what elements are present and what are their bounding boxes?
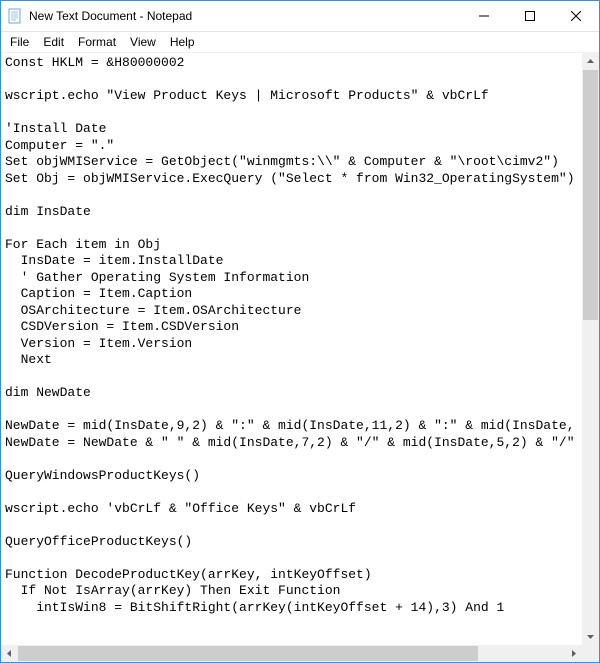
vertical-scroll-track[interactable] bbox=[582, 70, 599, 628]
scroll-right-arrow-icon[interactable] bbox=[565, 645, 582, 662]
close-button[interactable] bbox=[553, 1, 599, 31]
horizontal-scroll-thumb[interactable] bbox=[18, 646, 478, 661]
scroll-up-arrow-icon[interactable] bbox=[582, 53, 599, 70]
menu-edit[interactable]: Edit bbox=[36, 33, 71, 51]
minimize-button[interactable] bbox=[461, 1, 507, 31]
vertical-scroll-thumb[interactable] bbox=[583, 70, 598, 320]
menubar: File Edit Format View Help bbox=[1, 32, 599, 53]
editor-area: Const HKLM = &H80000002 wscript.echo "Vi… bbox=[1, 53, 599, 662]
scroll-down-arrow-icon[interactable] bbox=[582, 628, 599, 645]
text-editor[interactable]: Const HKLM = &H80000002 wscript.echo "Vi… bbox=[1, 53, 582, 645]
maximize-button[interactable] bbox=[507, 1, 553, 31]
notepad-icon bbox=[7, 8, 23, 24]
vertical-scrollbar[interactable] bbox=[582, 53, 599, 645]
titlebar: New Text Document - Notepad bbox=[1, 1, 599, 32]
scrollbar-corner bbox=[582, 645, 599, 662]
horizontal-scroll-track[interactable] bbox=[18, 645, 565, 662]
scroll-left-arrow-icon[interactable] bbox=[1, 645, 18, 662]
menu-help[interactable]: Help bbox=[163, 33, 202, 51]
horizontal-scrollbar[interactable] bbox=[1, 645, 582, 662]
menu-view[interactable]: View bbox=[123, 33, 163, 51]
menu-format[interactable]: Format bbox=[71, 33, 123, 51]
window-title: New Text Document - Notepad bbox=[29, 9, 192, 23]
window-controls bbox=[461, 1, 599, 31]
menu-file[interactable]: File bbox=[3, 33, 36, 51]
